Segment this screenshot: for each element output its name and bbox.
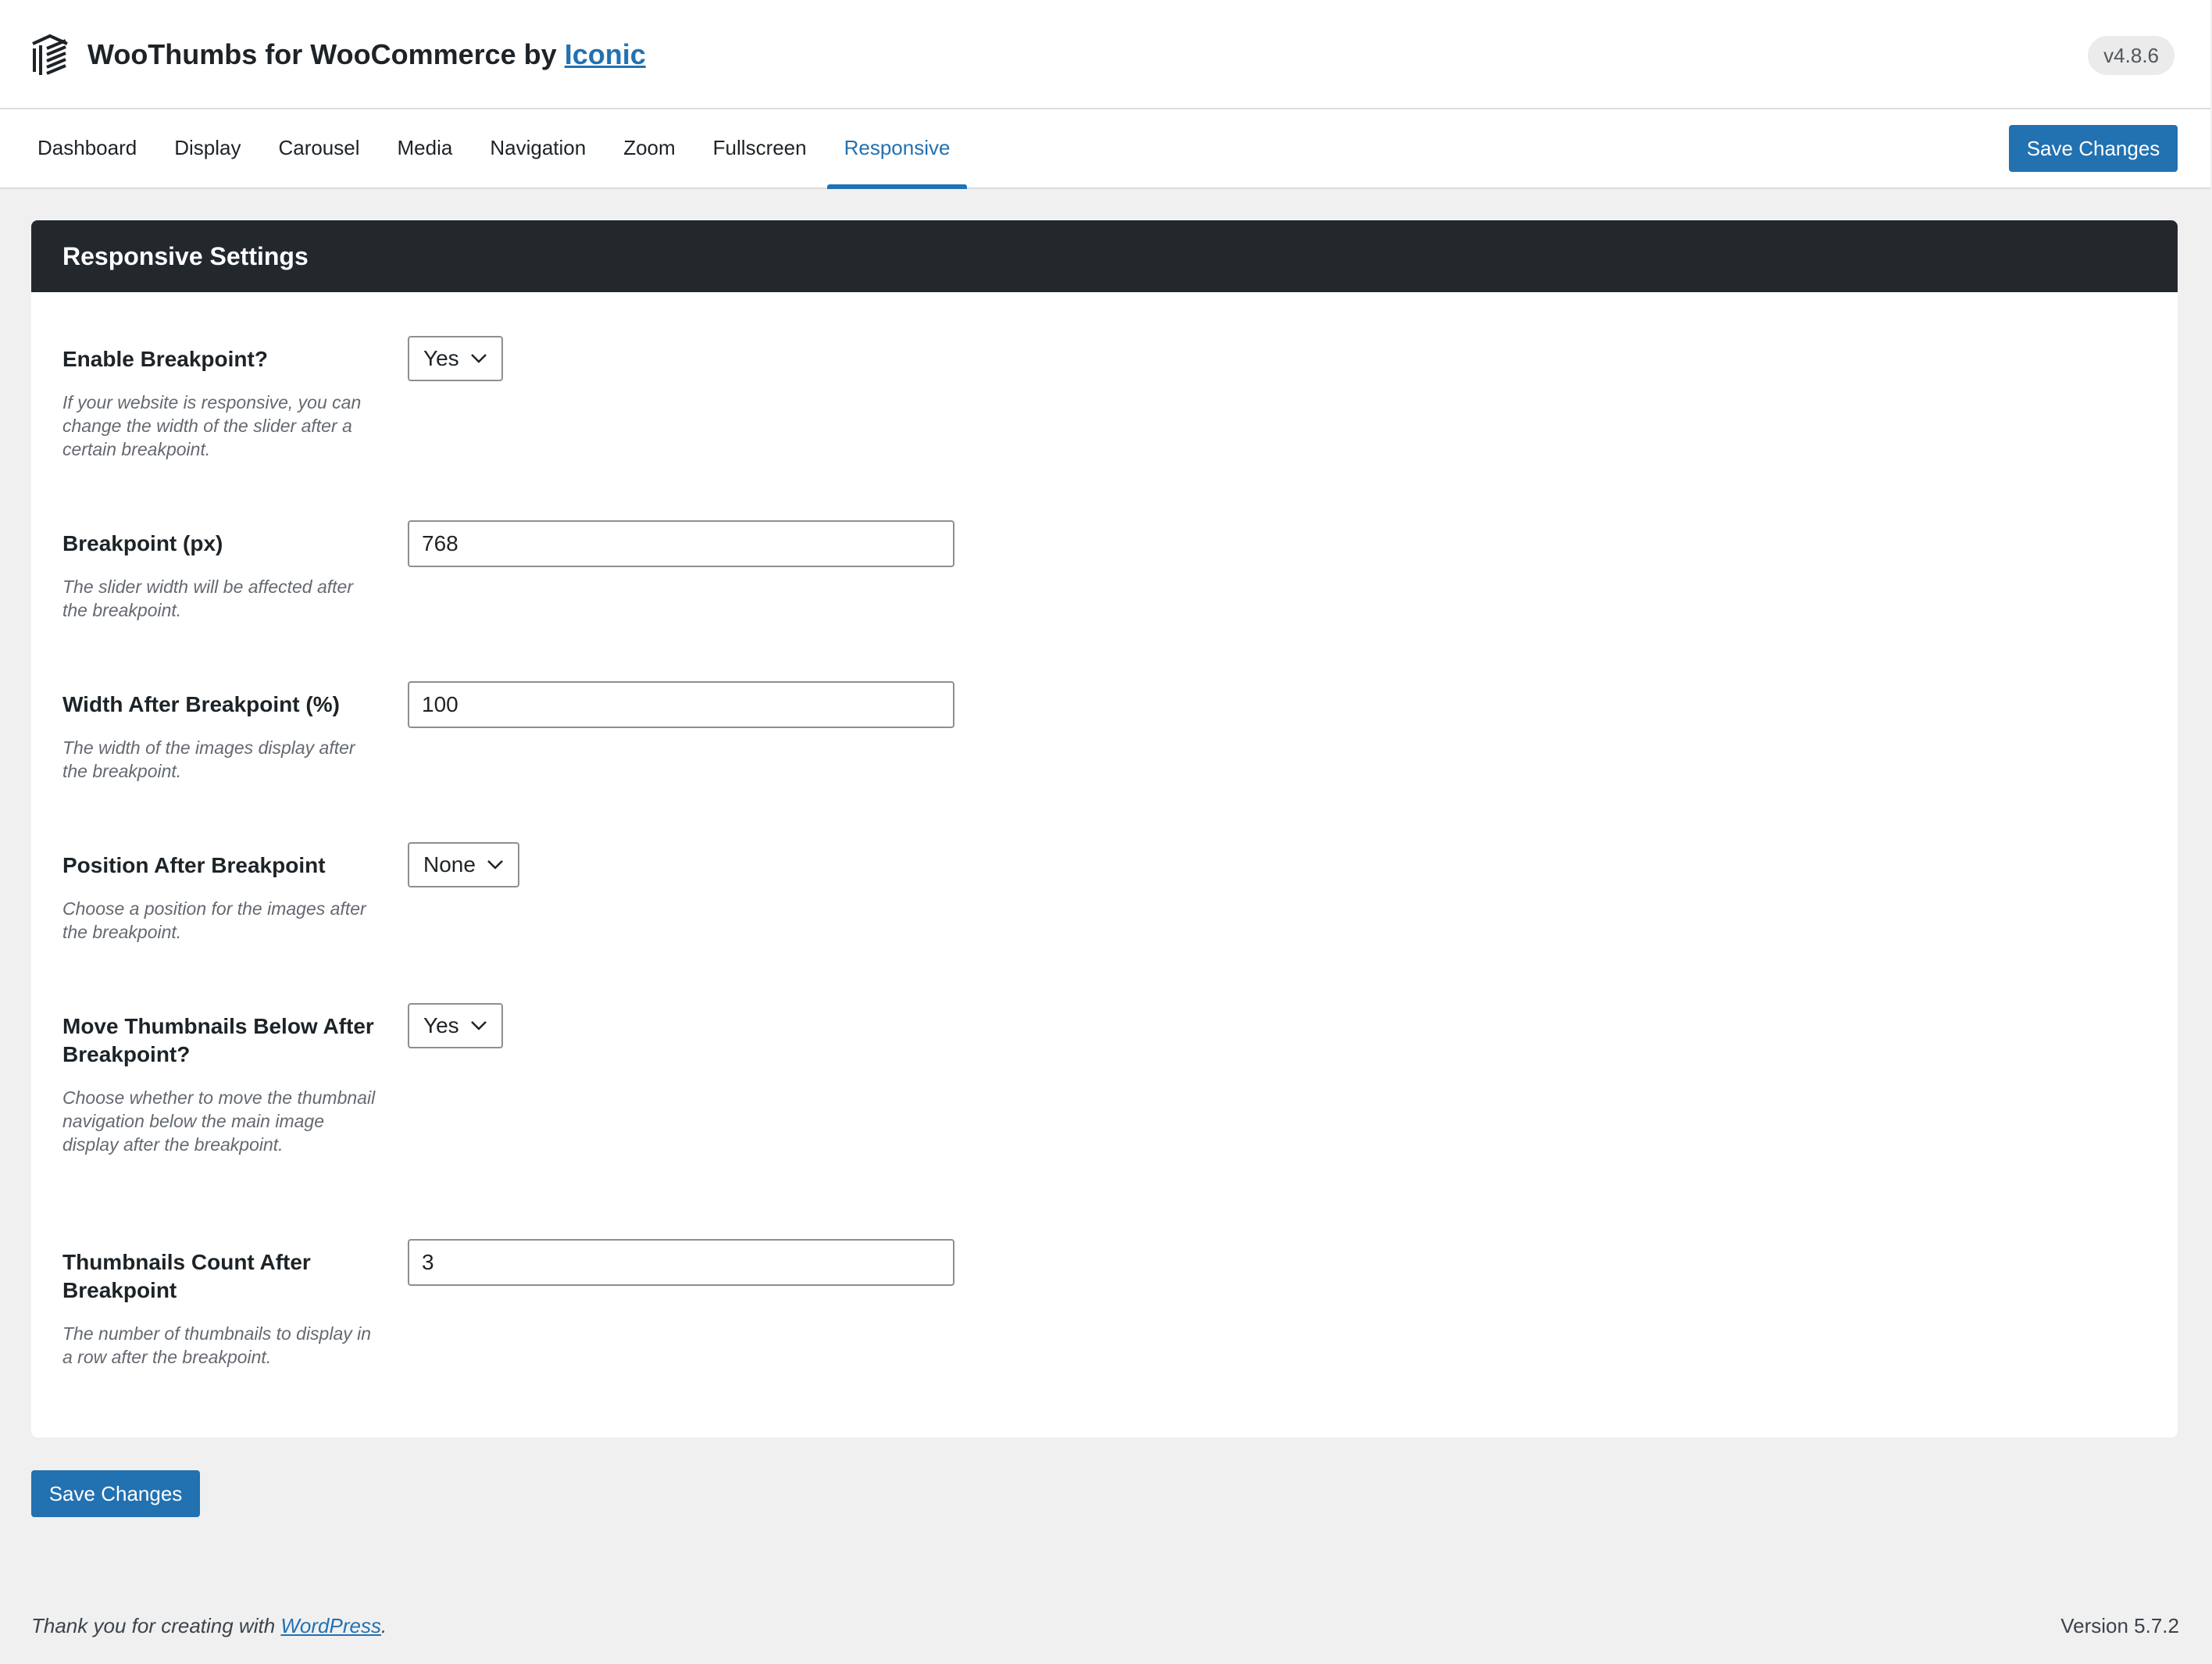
tab-carousel[interactable]: Carousel [261,109,376,187]
tab-zoom[interactable]: Zoom [606,109,692,187]
iconic-logo-icon [32,34,68,75]
tab-navigation[interactable]: Navigation [473,109,603,187]
field-label: Thumbnails Count After Breakpoint [62,1250,311,1302]
save-changes-button-bottom[interactable]: Save Changes [31,1470,200,1517]
field-label: Enable Breakpoint? [62,347,268,371]
thumbnails-count-input[interactable] [408,1239,954,1286]
footer-version: Version 5.7.2 [2060,1614,2179,1637]
responsive-settings-card: Responsive Settings Enable Breakpoint? I… [31,220,2178,1437]
footer-thanks-text: Thank you for creating with [31,1614,281,1637]
tab-responsive[interactable]: Responsive [826,109,968,189]
move-thumbnails-below-select[interactable]: Yes [408,1003,503,1048]
app-title-text: WooThumbs for WooCommerce by [87,38,565,70]
field-label: Position After Breakpoint [62,853,326,877]
breakpoint-input[interactable] [408,520,954,567]
plugin-header: WooThumbs for WooCommerce by Iconic v4.8… [0,0,2210,109]
settings-tab-bar: Dashboard Display Carousel Media Navigat… [0,109,2210,189]
tab-media[interactable]: Media [380,109,470,187]
chevron-down-icon [470,354,487,363]
field-description: The number of thumbnails to display in a… [62,1323,372,1367]
select-value: Yes [423,346,459,370]
field-label: Width After Breakpoint (%) [62,692,340,716]
iconic-link[interactable]: Iconic [565,38,646,70]
tab-fullscreen[interactable]: Fullscreen [696,109,824,187]
field-label: Move Thumbnails Below After Breakpoint? [62,1014,374,1066]
footer-thanks: Thank you for creating with WordPress. [31,1614,387,1638]
chevron-down-icon [470,1021,487,1030]
select-value: None [423,852,476,877]
footer-thanks-suffix: . [380,1614,387,1637]
field-label: Breakpoint (px) [62,531,223,555]
chevron-down-icon [487,860,503,869]
tab-display[interactable]: Display [157,109,258,187]
tab-list: Dashboard Display Carousel Media Navigat… [20,109,970,189]
tab-dashboard[interactable]: Dashboard [20,109,154,187]
card-title: Responsive Settings [31,220,2178,292]
wordpress-link[interactable]: WordPress [280,1614,381,1637]
field-description: Choose a position for the images after t… [62,898,366,942]
field-description: If your website is responsive, you can c… [62,392,362,459]
width-after-breakpoint-input[interactable] [408,681,954,728]
field-description: The width of the images display after th… [62,737,355,781]
version-badge: v4.8.6 [2088,36,2175,75]
field-description: Choose whether to move the thumbnail nav… [62,1087,376,1155]
app-title: WooThumbs for WooCommerce by Iconic [87,36,646,73]
position-after-breakpoint-select[interactable]: None [408,842,519,887]
select-value: Yes [423,1013,459,1037]
enable-breakpoint-select[interactable]: Yes [408,336,503,381]
save-changes-button-top[interactable]: Save Changes [2009,125,2178,172]
field-description: The slider width will be affected after … [62,577,354,620]
